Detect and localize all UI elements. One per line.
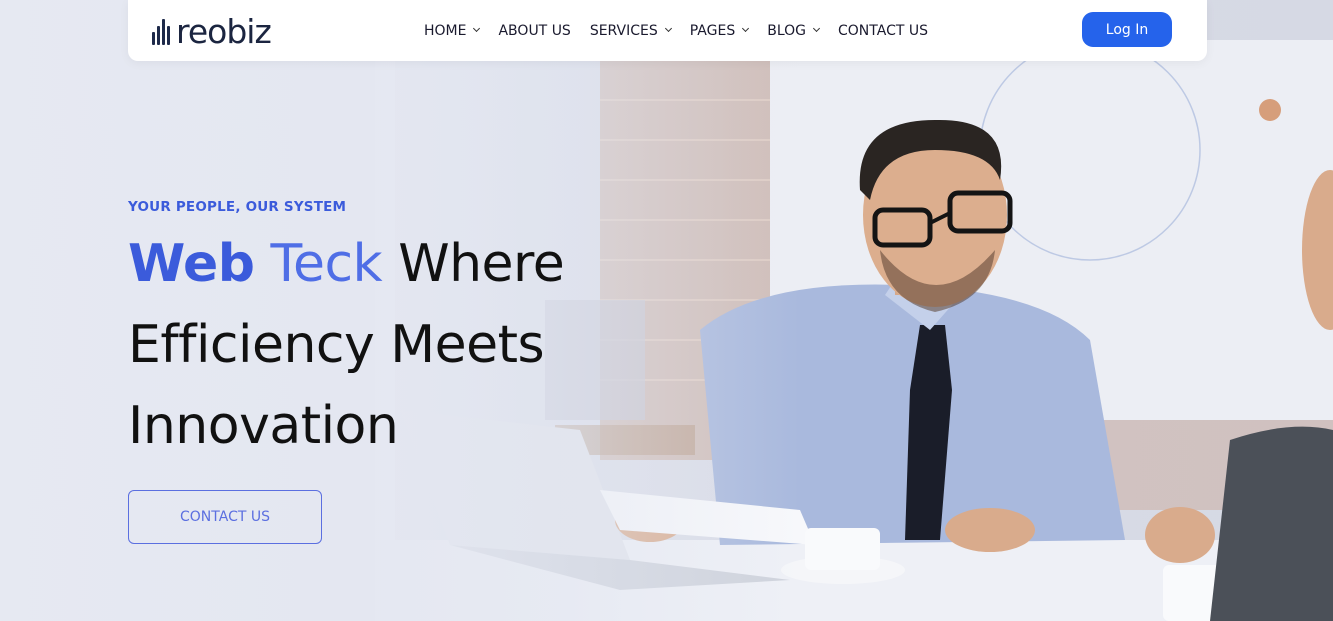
brand-name: reobiz xyxy=(176,12,272,51)
nav-item-label: SERVICES xyxy=(589,22,658,39)
login-button[interactable]: Log In xyxy=(1082,12,1172,47)
nav-item-label: ABOUT US xyxy=(498,22,571,39)
hero-eyebrow: YOUR PEOPLE, OUR SYSTEM xyxy=(128,199,347,215)
chevron-down-icon xyxy=(664,24,672,32)
nav-item-about[interactable]: ABOUT US xyxy=(498,23,570,39)
nav-item-label: HOME xyxy=(424,22,467,39)
nav-item-contact[interactable]: CONTACT US xyxy=(838,23,928,39)
chevron-down-icon xyxy=(473,24,481,32)
nav-item-blog[interactable]: BLOG xyxy=(767,22,821,39)
chevron-down-icon xyxy=(742,24,750,32)
nav-menu: HOME ABOUT US SERVICES PAGES BLOG CONTAC… xyxy=(424,0,947,61)
headline-line1-rest: Where xyxy=(398,234,565,294)
headline-line2: Efficiency Meets xyxy=(128,315,545,375)
nav-item-services[interactable]: SERVICES xyxy=(589,22,672,39)
nav-item-label: PAGES xyxy=(689,22,736,39)
chevron-down-icon xyxy=(812,24,821,32)
main-navbar: reobiz HOME ABOUT US SERVICES PAGES BLOG… xyxy=(128,0,1207,61)
headline-highlight-web: Web xyxy=(128,234,255,294)
hero-headline: Web Teck Where Efficiency Meets Innovati… xyxy=(128,224,648,467)
headline-highlight-teck: Teck xyxy=(270,234,383,294)
headline-line3: Innovation xyxy=(128,396,399,456)
brand-logo[interactable]: reobiz xyxy=(152,12,272,51)
contact-us-button[interactable]: CONTACT US xyxy=(128,490,322,544)
nav-item-home[interactable]: HOME xyxy=(424,22,481,39)
nav-item-pages[interactable]: PAGES xyxy=(689,22,750,39)
nav-item-label: CONTACT US xyxy=(838,22,928,39)
nav-item-label: BLOG xyxy=(767,22,806,39)
logo-bars-icon xyxy=(152,17,170,45)
